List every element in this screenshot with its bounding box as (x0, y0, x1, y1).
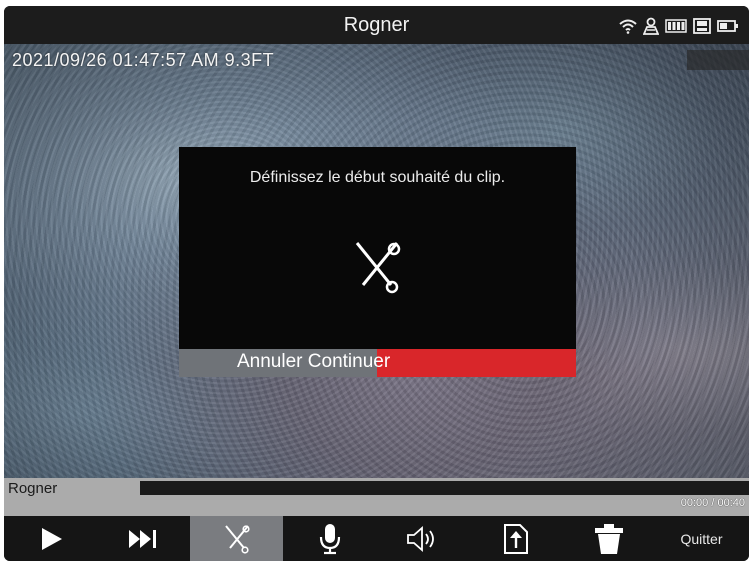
video-frame[interactable]: 2021/09/26 01:47:57 AM 9.3FT Définissez … (4, 44, 749, 478)
playback-time: 00:00 / 00:40 (680, 497, 745, 509)
play-icon (41, 527, 62, 550)
continue-button[interactable] (377, 349, 576, 377)
skip-forward-button[interactable] (97, 516, 190, 561)
wifi-icon (619, 18, 637, 34)
battery-icon (717, 19, 739, 33)
quit-button[interactable]: Quitter (655, 516, 748, 561)
cancel-button[interactable] (179, 349, 377, 377)
title-bar: Rogner (4, 6, 749, 44)
dialog-message: Définissez le début souhaité du clip. (249, 169, 506, 186)
trim-button[interactable] (190, 516, 283, 561)
speaker-icon (406, 525, 434, 552)
bottom-toolbar: Quitter (4, 516, 749, 561)
microphone-icon (319, 523, 340, 554)
battery-grid-icon (665, 19, 687, 33)
video-timestamp: 2021/09/26 01:47:57 AM 9.3FT (12, 50, 275, 70)
status-bar (619, 17, 739, 35)
scissors-icon (351, 239, 403, 297)
progress-row: Rogner 00:00 / 00:40 (4, 478, 749, 516)
progress-label: Rogner (8, 480, 58, 497)
delete-button[interactable] (562, 516, 655, 561)
volume-button[interactable] (376, 516, 469, 561)
play-button[interactable] (4, 516, 97, 561)
export-button[interactable] (469, 516, 562, 561)
device-screen: Rogner 2021/09/26 01:47:57 AM 9.3FT Défi… (4, 6, 749, 561)
quit-label: Quitter (680, 530, 723, 547)
microphone-button[interactable] (283, 516, 376, 561)
progress-track[interactable] (140, 481, 749, 495)
trim-dialog: Définissez le début souhaité du clip. An… (179, 147, 576, 377)
dialog-buttons: Annuler Continuer (179, 349, 576, 377)
scissors-icon (224, 524, 250, 554)
skip-forward-icon (128, 529, 156, 548)
person-alert-icon (643, 17, 659, 35)
trash-icon (594, 523, 623, 554)
video-corner-overlay (687, 50, 749, 70)
export-icon (503, 523, 528, 554)
sd-card-icon (693, 18, 711, 34)
